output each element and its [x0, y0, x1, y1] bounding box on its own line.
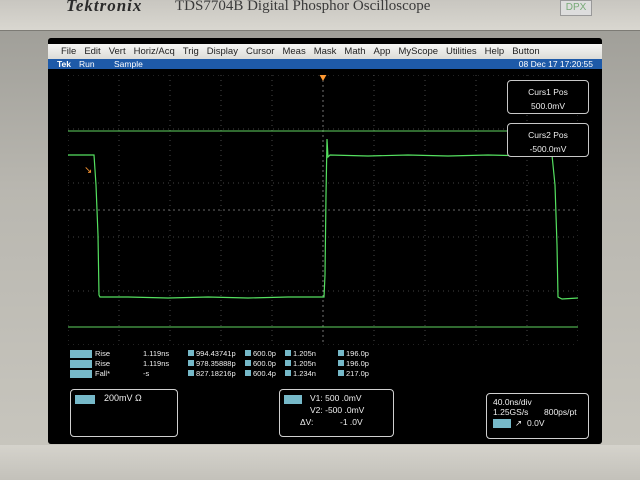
resolution: 800ps/pt	[544, 407, 577, 417]
ch1-chip	[70, 360, 92, 368]
meas-max: 1.205n	[293, 349, 316, 358]
waveform-graticule[interactable]: 1 ↘	[68, 75, 578, 345]
sample-rate: 1.25GS/s	[493, 407, 529, 417]
trigger-source-chip	[493, 419, 511, 428]
menu-trig[interactable]: Trig	[179, 46, 203, 57]
menu-file[interactable]: File	[57, 46, 80, 57]
ch1-chip	[284, 395, 302, 404]
horiz-scale: 40.0ns/div	[493, 397, 532, 407]
measurement-row: Rise 1.119ns 978.35888p 600.0p 1.205n 19…	[70, 359, 375, 369]
menu-mask[interactable]: Mask	[310, 46, 341, 57]
scope-screen: File Edit Vert Horiz/Acq Trig Display Cu…	[48, 38, 602, 444]
trigger-level-icon: ↘	[84, 165, 92, 176]
datetime: 08 Dec 17 17:20:55	[518, 59, 593, 69]
menu-help[interactable]: Help	[481, 46, 509, 57]
cursor-v2: V2: -500 .0mV	[310, 405, 365, 415]
trigger-position-marker[interactable]	[319, 75, 327, 81]
meas-value: 1.119ns	[143, 359, 170, 368]
meas-std: 217.0p	[346, 369, 369, 378]
meas-mean: 994.43741p	[196, 349, 236, 358]
meas-value: 1.119ns	[143, 349, 170, 358]
graticule-center-axes	[68, 75, 578, 345]
trigger-level-marker[interactable]: ↘	[84, 165, 92, 176]
meas-std: 196.0p	[346, 359, 369, 368]
status-bar: Tek Run Sample 08 Dec 17 17:20:55	[48, 59, 602, 69]
brand-logo: Tektronix	[66, 0, 143, 15]
ch1-chip	[70, 370, 92, 378]
measurement-panel[interactable]: Rise 1.119ns 994.43741p 600.0p 1.205n 19…	[70, 349, 375, 380]
menu-app[interactable]: App	[370, 46, 395, 57]
meas-min: 600.4p	[253, 369, 276, 378]
meas-label: Fall*	[95, 369, 111, 378]
meas-label: Rise	[95, 349, 111, 358]
curs1-value: 500.0mV	[530, 101, 566, 111]
bezel-bottom	[0, 445, 640, 480]
menu-utilities[interactable]: Utilities	[442, 46, 481, 57]
cursor-v1: V1: 500 .0mV	[310, 393, 362, 403]
menu-horiz-acq[interactable]: Horiz/Acq	[130, 46, 179, 57]
menu-vert[interactable]: Vert	[105, 46, 130, 57]
channel-scale-box[interactable]: 200mV Ω	[70, 389, 178, 437]
meas-min: 600.0p	[253, 349, 276, 358]
meas-mean: 827.18216p	[196, 369, 236, 378]
curs1-readout[interactable]: Curs1 Pos 500.0mV	[507, 80, 589, 114]
dpx-badge: DPX	[560, 0, 592, 16]
menu-edit[interactable]: Edit	[80, 46, 104, 57]
curs2-readout[interactable]: Curs2 Pos -500.0mV	[507, 123, 589, 157]
meas-min: 600.0p	[253, 359, 276, 368]
trigger-level: 0.0V	[527, 418, 545, 428]
measurement-row: Fall* -s 827.18216p 600.4p 1.234n 217.0p	[70, 369, 375, 379]
menu-math[interactable]: Math	[340, 46, 369, 57]
run-state[interactable]: Run	[79, 59, 95, 69]
menu-button[interactable]: Button	[508, 46, 543, 57]
ch1-chip	[70, 350, 92, 358]
meas-value: -s	[143, 369, 150, 378]
menu-bar: File Edit Vert Horiz/Acq Trig Display Cu…	[48, 44, 602, 59]
acq-mode: Sample	[114, 59, 143, 69]
meas-max: 1.234n	[293, 369, 316, 378]
status-brand: Tek	[57, 59, 72, 69]
meas-label: Rise	[95, 359, 111, 368]
cursor-readout-box[interactable]: V1: 500 .0mV V2: -500 .0mV ΔV: -1 .0V	[279, 389, 394, 437]
meas-mean: 978.35888p	[196, 359, 236, 368]
meas-max: 1.205n	[293, 359, 316, 368]
bezel-top: Tektronix TDS7704B Digital Phosphor Osci…	[0, 0, 640, 31]
ch1-scale: 200mV Ω	[104, 393, 142, 403]
curs1-title: Curs1 Pos	[528, 87, 568, 97]
trigger-slope-icon: ↗	[515, 418, 523, 428]
menu-meas[interactable]: Meas	[278, 46, 309, 57]
menu-display[interactable]: Display	[203, 46, 242, 57]
model-name: TDS7704B Digital Phosphor Oscilloscope	[175, 0, 431, 14]
timebase-box[interactable]: 40.0ns/div 1.25GS/s 800ps/pt ↗ 0.0V	[486, 393, 589, 439]
cursor-dv-value: -1 .0V	[340, 417, 363, 427]
ch1-chip	[75, 395, 95, 404]
cursor-dv-label: ΔV:	[300, 417, 314, 427]
menu-myscope[interactable]: MyScope	[394, 46, 442, 57]
curs2-title: Curs2 Pos	[528, 130, 568, 140]
measurement-row: Rise 1.119ns 994.43741p 600.0p 1.205n 19…	[70, 349, 375, 359]
meas-std: 196.0p	[346, 349, 369, 358]
menu-cursor[interactable]: Cursor	[242, 46, 279, 57]
curs2-value: -500.0mV	[529, 144, 567, 154]
